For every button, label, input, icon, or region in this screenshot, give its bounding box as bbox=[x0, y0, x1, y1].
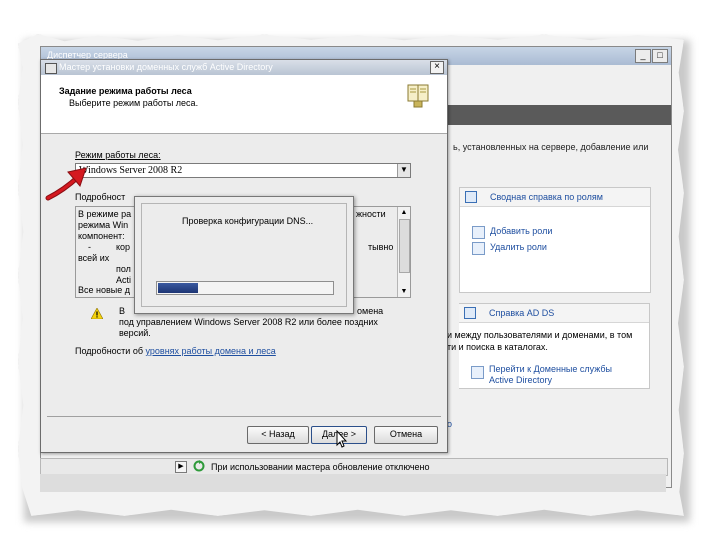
adds-help-header: Справка AD DS bbox=[459, 304, 649, 323]
minimize-icon[interactable]: _ bbox=[635, 49, 651, 63]
dns-check-dialog: Проверка конфигурации DNS... bbox=[134, 196, 354, 314]
details-line: кор bbox=[116, 242, 131, 252]
details-line: жности bbox=[356, 209, 386, 219]
warning-icon bbox=[91, 308, 103, 319]
adds-help-text-1: и между пользователями и доменами, в том bbox=[447, 330, 633, 340]
directory-icon bbox=[471, 366, 484, 379]
wizard-heading: Задание режима работы леса bbox=[59, 86, 192, 96]
help-icon bbox=[464, 307, 476, 319]
dns-check-frame: Проверка конфигурации DNS... bbox=[141, 203, 347, 307]
roles-summary-link[interactable]: Сводная справка по ролям bbox=[490, 192, 603, 202]
forest-mode-label: Режим работы леса: bbox=[75, 150, 161, 160]
book-icon bbox=[407, 84, 429, 108]
annotation-arrow-icon bbox=[45, 167, 87, 201]
remove-roles-link[interactable]: Удалить роли bbox=[490, 242, 547, 252]
wizard-divider bbox=[47, 416, 441, 417]
bottom-strip bbox=[40, 474, 666, 492]
scroll-up-icon[interactable]: ▲ bbox=[398, 207, 410, 217]
roles-summary-header: Сводная справка по ролям bbox=[460, 188, 650, 207]
refresh-icon bbox=[193, 460, 205, 472]
details-line: Все новые д bbox=[78, 285, 130, 295]
server-manager-description: ь, установленных на сервере, добавление … bbox=[453, 142, 649, 152]
add-roles-icon bbox=[472, 226, 485, 239]
forest-mode-select[interactable]: Windows Server 2008 R2 ▼ bbox=[75, 163, 411, 178]
goto-adds-link-line1: Перейти к Доменные службы bbox=[489, 364, 613, 374]
more-info-prefix: Подробности об bbox=[75, 346, 143, 356]
server-manager-header-band bbox=[446, 105, 671, 125]
details-line: режима Win bbox=[78, 220, 129, 230]
maximize-icon[interactable]: □ bbox=[652, 49, 668, 63]
wizard-subheading: Выберите режим работы леса. bbox=[69, 98, 199, 108]
status-text: При использовании мастера обновление отк… bbox=[211, 462, 430, 472]
goto-adds-link[interactable]: Перейти к Доменные службы Active Directo… bbox=[489, 364, 612, 386]
details-line: всей их bbox=[78, 253, 110, 263]
warning-text-line2: под управлением Windows Server 2008 R2 и… bbox=[119, 317, 378, 327]
scroll-right-icon[interactable]: ▶ bbox=[175, 461, 187, 473]
dns-check-text: Проверка конфигурации DNS... bbox=[182, 216, 314, 226]
adds-help-text-2: ти и поиска в каталогах. bbox=[447, 342, 548, 352]
details-scrollbar[interactable]: ▲ ▼ bbox=[397, 207, 410, 297]
wizard-window-icon bbox=[45, 63, 57, 74]
close-icon[interactable]: × bbox=[430, 61, 444, 74]
help-icon bbox=[465, 191, 477, 203]
chevron-down-icon[interactable]: ▼ bbox=[397, 164, 410, 177]
goto-adds-link-line2: Active Directory bbox=[489, 375, 553, 385]
details-line: пол bbox=[116, 264, 131, 274]
warning-text-end: омена bbox=[357, 306, 384, 316]
levels-link[interactable]: уровнях работы домена и леса bbox=[146, 346, 276, 356]
add-roles-link[interactable]: Добавить роли bbox=[490, 226, 552, 236]
back-button[interactable]: < Назад bbox=[247, 426, 309, 444]
details-line: тывно bbox=[368, 242, 394, 252]
wizard-titlebar: Мастер установки доменных служб Active D… bbox=[41, 60, 447, 75]
adds-help-panel: Справка AD DS и между пользователями и д… bbox=[447, 303, 650, 389]
dns-progress-bar bbox=[156, 281, 334, 295]
details-line: компонент: bbox=[78, 231, 125, 241]
scroll-thumb[interactable] bbox=[399, 219, 410, 273]
remove-roles-icon bbox=[472, 242, 485, 255]
wizard-header: Задание режима работы леса Выберите режи… bbox=[41, 75, 447, 134]
details-line: - bbox=[88, 242, 91, 252]
warning-text-start: В bbox=[119, 306, 126, 316]
dns-progress-fill bbox=[158, 283, 199, 293]
details-line: В режиме ра bbox=[78, 209, 132, 219]
adds-help-link[interactable]: Справка AD DS bbox=[489, 308, 554, 318]
wizard-title: Мастер установки доменных служб Active D… bbox=[59, 62, 273, 72]
scroll-down-icon[interactable]: ▼ bbox=[398, 286, 410, 296]
warning-text-line3: версий. bbox=[119, 328, 151, 338]
roles-summary-panel: Сводная справка по ролям Добавить роли У… bbox=[459, 187, 651, 293]
cursor-icon bbox=[336, 430, 348, 448]
more-info: Подробности об уровнях работы домена и л… bbox=[75, 346, 276, 356]
cancel-button[interactable]: Отмена bbox=[374, 426, 438, 444]
